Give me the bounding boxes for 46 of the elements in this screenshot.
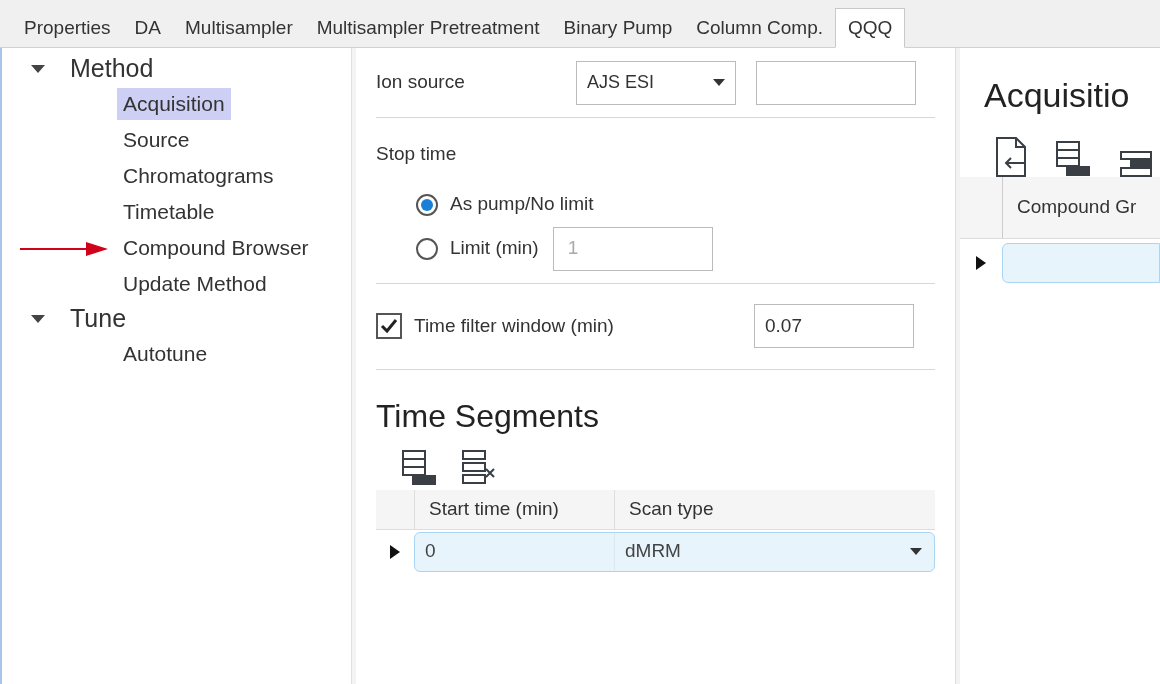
- delete-row-icon[interactable]: [462, 449, 496, 486]
- ion-source-dropdown[interactable]: AJS ESI: [576, 60, 736, 105]
- insert-row-icon[interactable]: [1120, 151, 1152, 177]
- tree-node[interactable]: Method: [70, 50, 154, 88]
- text-field[interactable]: [756, 60, 916, 105]
- tree-item[interactable]: Chromatograms: [117, 160, 280, 192]
- tree-item[interactable]: Autotune: [117, 338, 214, 370]
- field-label: Ion source: [376, 70, 466, 95]
- tree-node[interactable]: Tune: [70, 300, 127, 338]
- section-title: Acquisitio: [983, 75, 1131, 116]
- radio-button[interactable]: [416, 193, 438, 216]
- tab[interactable]: Properties: [12, 9, 123, 47]
- import-file-icon[interactable]: [996, 137, 1026, 177]
- column-header[interactable]: Scan type: [614, 489, 935, 529]
- row-pointer-icon: [390, 544, 400, 559]
- radio-label: Limit (min): [450, 236, 539, 261]
- tab[interactable]: Column Comp.: [684, 9, 835, 47]
- dropdown-caret-icon: [713, 79, 725, 86]
- radio-button[interactable]: [416, 237, 438, 260]
- table-cell-text: 0: [425, 539, 436, 564]
- tab[interactable]: Binary Pump: [551, 9, 685, 47]
- section-title: Time Segments: [376, 396, 600, 436]
- tree-item[interactable]: Compound Browser: [117, 232, 315, 264]
- add-row-icon[interactable]: [402, 449, 436, 486]
- dropdown-caret-icon: [910, 548, 922, 555]
- add-row-icon[interactable]: [1056, 141, 1090, 177]
- tree-item[interactable]: Timetable: [117, 196, 221, 228]
- tab[interactable]: DA: [122, 9, 173, 47]
- table-cell-text: dMRM: [625, 539, 681, 564]
- section-label: Stop time: [376, 142, 458, 166]
- tab[interactable]: Multisampler: [173, 9, 305, 47]
- row-pointer-icon: [976, 256, 986, 270]
- checkmark-icon: [380, 318, 398, 334]
- tree-item[interactable]: Acquisition: [117, 88, 231, 120]
- tree-item[interactable]: Source: [117, 124, 196, 156]
- tab[interactable]: QQQ: [835, 8, 906, 48]
- value-field[interactable]: 0.07: [754, 304, 914, 348]
- radio-label: As pump/No limit: [450, 192, 594, 217]
- table-row[interactable]: 0 dMRM: [414, 531, 935, 572]
- tab[interactable]: Multisampler Pretreatment: [304, 9, 552, 47]
- tree-item[interactable]: Update Method: [117, 268, 273, 300]
- column-header[interactable]: Start time (min): [414, 489, 614, 529]
- collapse-icon[interactable]: [31, 315, 45, 323]
- checkbox[interactable]: [376, 313, 402, 339]
- checkbox-label: Time filter window (min): [414, 313, 615, 338]
- collapse-icon[interactable]: [31, 65, 45, 73]
